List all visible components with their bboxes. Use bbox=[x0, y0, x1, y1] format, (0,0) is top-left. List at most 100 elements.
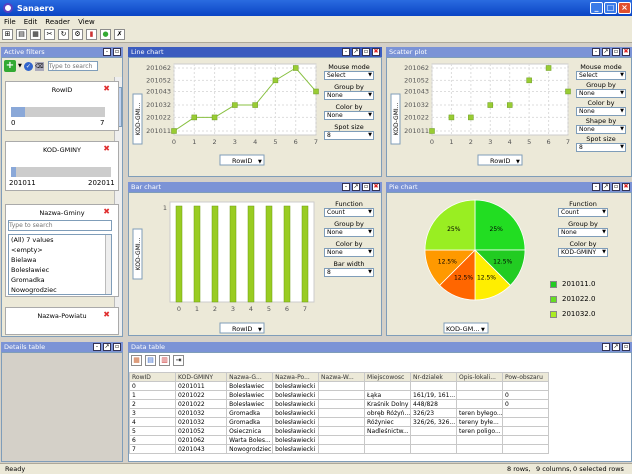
table-cell[interactable]: 326/26, 326... bbox=[410, 417, 457, 427]
remove-filter-icon[interactable]: ✖ bbox=[103, 84, 110, 93]
minimize-panel-icon[interactable]: - bbox=[103, 48, 111, 56]
table-cell[interactable] bbox=[501, 408, 550, 418]
table-cell[interactable]: 448/828 bbox=[410, 399, 457, 409]
data-grid[interactable]: RowID KOD-GMINY Nazwa-G... Nazwa-Po... Nazwa… bbox=[129, 372, 550, 454]
control-select[interactable]: None bbox=[576, 125, 626, 134]
column-header[interactable]: Nazwa-Po... bbox=[272, 372, 320, 382]
table-cell[interactable]: bolesławiecki bbox=[272, 435, 320, 445]
dropdown-icon[interactable]: ▼ bbox=[18, 63, 22, 69]
filter-icon[interactable]: ⊞ bbox=[2, 29, 13, 40]
restore-panel-icon[interactable]: ▫ bbox=[362, 183, 370, 191]
restore-panel-icon[interactable]: ▫ bbox=[612, 183, 620, 191]
control-select[interactable]: Select bbox=[324, 71, 374, 80]
table-cell[interactable] bbox=[318, 417, 366, 427]
menu-edit[interactable]: Edit bbox=[20, 18, 42, 26]
pie-chart-icon[interactable]: ● bbox=[100, 29, 111, 40]
table-cell[interactable] bbox=[318, 408, 366, 418]
popout-panel-icon[interactable]: ↗ bbox=[602, 183, 610, 191]
table-row[interactable]: 6 0201062 Warta Boles... bolesławiecki bbox=[129, 435, 550, 445]
list-item[interactable]: Bielawa bbox=[11, 255, 111, 265]
table-cell[interactable]: bolesławiecki bbox=[272, 426, 320, 436]
column-header[interactable]: Opis-lokali... bbox=[456, 372, 503, 382]
minimize-button[interactable]: _ bbox=[590, 2, 603, 14]
tools-icon[interactable]: ✗ bbox=[114, 29, 125, 40]
refresh-icon[interactable]: ↻ bbox=[58, 29, 69, 40]
table-cell[interactable]: Łąka bbox=[364, 390, 412, 400]
table-row[interactable]: 1 0201022 Bolesławiec bolesławiecki Łąka 161/… bbox=[129, 390, 550, 400]
list-item[interactable]: Bolesławiec bbox=[11, 265, 111, 275]
control-select[interactable]: None bbox=[324, 228, 374, 237]
table-cell[interactable]: 0201032 bbox=[174, 417, 228, 427]
table-cell[interactable] bbox=[501, 426, 550, 436]
list-item[interactable]: (All) 7 values bbox=[11, 235, 111, 245]
control-select[interactable]: None bbox=[576, 107, 626, 116]
control-select[interactable]: None bbox=[324, 248, 374, 257]
remove-filter-icon[interactable]: ✖ bbox=[103, 144, 110, 153]
details-icon[interactable]: ▤ bbox=[16, 29, 27, 40]
table-cell[interactable] bbox=[501, 381, 550, 391]
table-cell[interactable] bbox=[410, 435, 457, 445]
kod-range-slider[interactable] bbox=[11, 167, 111, 177]
control-select[interactable]: None bbox=[324, 111, 374, 120]
table-cell[interactable]: bolesławiecki bbox=[272, 417, 320, 427]
table-row[interactable]: 2 0201022 Bolesławiec bolesławiecki Kraśnik … bbox=[129, 399, 550, 409]
control-select[interactable]: Select bbox=[576, 71, 626, 80]
cut-icon[interactable]: ✂ bbox=[44, 29, 55, 40]
table-cell[interactable]: 0201011 bbox=[174, 381, 228, 391]
table-cell[interactable]: 4 bbox=[129, 417, 176, 427]
table-cell[interactable]: Gromadka bbox=[226, 408, 274, 418]
table-row[interactable]: 5 0201052 Osiecznica bolesławiecki Nadleśnic… bbox=[129, 426, 550, 436]
restore-panel-icon[interactable]: ▫ bbox=[113, 48, 121, 56]
table-cell[interactable]: 0201062 bbox=[174, 435, 228, 445]
table-cell[interactable]: Nowogrodziec bbox=[226, 444, 274, 454]
table-cell[interactable]: 3 bbox=[129, 408, 176, 418]
list-item[interactable]: Nowogrodziec bbox=[11, 285, 111, 295]
table-cell[interactable]: tereny byłe... bbox=[456, 417, 503, 427]
table-cell[interactable] bbox=[318, 390, 366, 400]
table-filter-icon[interactable]: ▥ bbox=[159, 355, 170, 366]
close-panel-icon[interactable]: ✖ bbox=[622, 183, 630, 191]
popout-panel-icon[interactable]: ↗ bbox=[103, 343, 111, 351]
table-select-icon[interactable]: ▤ bbox=[145, 355, 156, 366]
table-cell[interactable]: Bolesławiec bbox=[226, 381, 274, 391]
table-cell[interactable]: 2 bbox=[129, 399, 176, 409]
menu-view[interactable]: View bbox=[74, 18, 99, 26]
control-select[interactable]: None bbox=[576, 89, 626, 98]
column-header[interactable]: Nr-dzialek bbox=[410, 372, 457, 382]
restore-panel-icon[interactable]: ▫ bbox=[622, 343, 630, 351]
minimize-panel-icon[interactable]: - bbox=[592, 183, 600, 191]
table-cell[interactable]: Osiecznica bbox=[226, 426, 274, 436]
clear-icon[interactable]: ⌫ bbox=[34, 61, 44, 71]
popout-panel-icon[interactable]: ↗ bbox=[352, 48, 360, 56]
export-icon[interactable]: ⇥ bbox=[173, 355, 184, 366]
control-select[interactable]: None bbox=[324, 91, 374, 100]
filter-search-input[interactable] bbox=[47, 61, 98, 71]
table-cell[interactable]: 0 bbox=[129, 381, 176, 391]
menu-reader[interactable]: Reader bbox=[41, 18, 74, 26]
table-cell[interactable] bbox=[501, 417, 550, 427]
table-icon[interactable]: ▦ bbox=[30, 29, 41, 40]
maximize-button[interactable]: □ bbox=[604, 2, 617, 14]
remove-filter-icon[interactable]: ✖ bbox=[103, 310, 110, 319]
control-select[interactable]: 8 bbox=[576, 143, 626, 152]
table-cell[interactable]: obręb Różyń... bbox=[364, 408, 412, 418]
list-item[interactable]: Gromadka bbox=[11, 275, 111, 285]
table-cell[interactable]: teren byłego... bbox=[456, 408, 503, 418]
minimize-panel-icon[interactable]: - bbox=[592, 48, 600, 56]
table-cell[interactable]: Warta Boles... bbox=[226, 435, 274, 445]
table-cell[interactable] bbox=[410, 444, 457, 454]
table-row[interactable]: 7 0201043 Nowogrodziec bolesławiecki bbox=[129, 444, 550, 454]
close-panel-icon[interactable]: ✖ bbox=[372, 183, 380, 191]
table-cell[interactable] bbox=[501, 435, 550, 445]
table-cell[interactable]: 161/19, 161... bbox=[410, 390, 457, 400]
table-cell[interactable] bbox=[318, 435, 366, 445]
column-header[interactable]: Miejscowosc bbox=[364, 372, 412, 382]
table-cell[interactable]: 326/23 bbox=[410, 408, 457, 418]
table-cell[interactable]: bolesławiecki bbox=[272, 390, 320, 400]
minimize-panel-icon[interactable]: - bbox=[602, 343, 610, 351]
table-cell[interactable]: Kraśnik Dolny bbox=[364, 399, 412, 409]
table-colors-icon[interactable]: ▦ bbox=[131, 355, 142, 366]
table-cell[interactable]: 5 bbox=[129, 426, 176, 436]
table-cell[interactable] bbox=[364, 444, 412, 454]
table-cell[interactable]: 7 bbox=[129, 444, 176, 454]
